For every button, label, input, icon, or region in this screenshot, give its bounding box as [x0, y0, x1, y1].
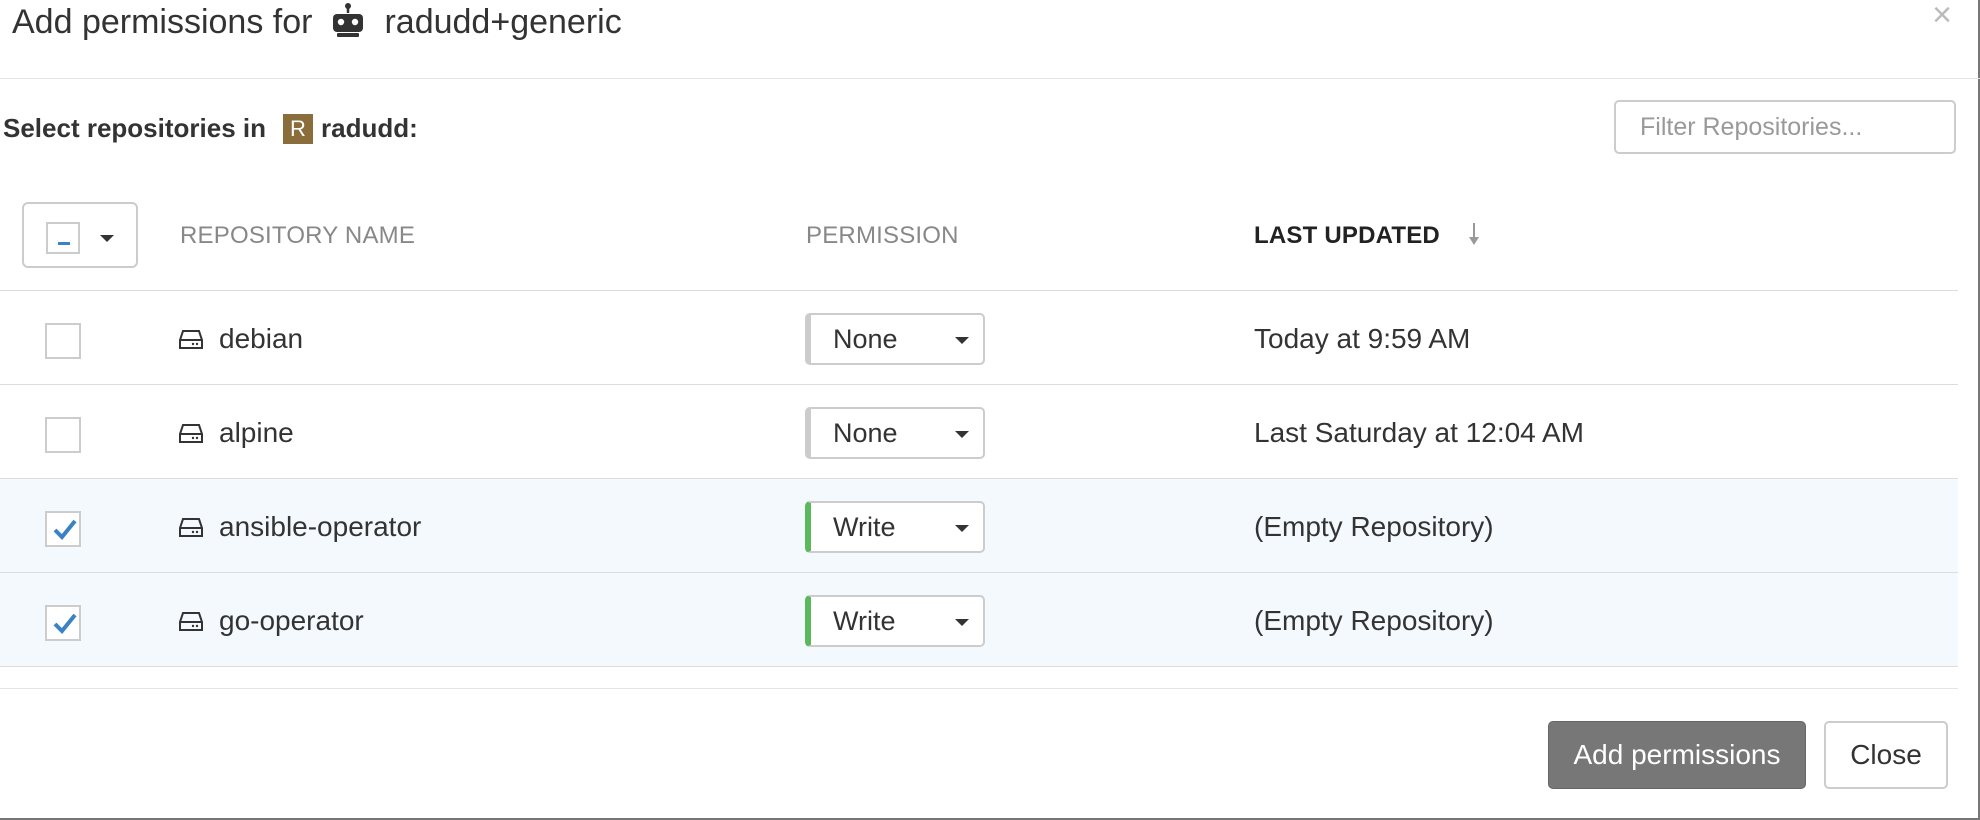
header-last-updated[interactable]: LAST UPDATED	[1254, 222, 1480, 250]
row-checkbox[interactable]	[45, 511, 81, 547]
chevron-down-icon	[955, 619, 969, 626]
repository-name[interactable]: alpine	[219, 417, 294, 449]
bulk-select-checkbox[interactable]	[46, 222, 80, 254]
chevron-down-icon[interactable]	[100, 235, 114, 242]
bulk-select-dropdown[interactable]	[22, 202, 138, 268]
robot-account-name: radudd+generic	[384, 2, 622, 41]
table-row: debian None Today at 9:59 AM	[0, 291, 1958, 385]
repository-name[interactable]: ansible-operator	[219, 511, 421, 543]
permission-value: Write	[833, 606, 896, 636]
checkmark-icon	[53, 519, 77, 540]
permission-dropdown[interactable]: None	[805, 407, 985, 459]
add-permissions-button[interactable]: Add permissions	[1548, 721, 1806, 789]
last-updated: Last Saturday at 12:04 AM	[1254, 417, 1584, 448]
robot-icon	[328, 2, 368, 42]
last-updated: (Empty Repository)	[1254, 605, 1494, 636]
permission-value: None	[833, 418, 898, 448]
close-icon[interactable]: ×	[1932, 0, 1952, 32]
dialog-title-prefix: Add permissions for	[12, 2, 313, 41]
organization-avatar: R	[282, 113, 313, 144]
repository-icon	[179, 330, 203, 349]
table-header: REPOSITORY NAME PERMISSION LAST UPDATED	[0, 200, 1958, 291]
close-button[interactable]: Close	[1824, 721, 1948, 789]
row-checkbox[interactable]	[45, 605, 81, 641]
add-permissions-dialog: Add permissions for radudd+generic × Sel…	[0, 0, 1980, 820]
select-repositories-text: Select repositories in	[3, 113, 266, 143]
permission-value: Write	[833, 512, 896, 542]
organization-name: radudd:	[320, 113, 418, 143]
filter-repositories-input[interactable]	[1614, 100, 1956, 154]
select-repositories-label: Select repositories in R radudd:	[3, 113, 418, 144]
repository-icon	[179, 518, 203, 537]
table-row: ansible-operator Write (Empty Repository…	[0, 479, 1958, 573]
header-last-updated-label: LAST UPDATED	[1254, 222, 1440, 249]
last-updated: Today at 9:59 AM	[1254, 323, 1471, 354]
table-row: alpine None Last Saturday at 12:04 AM	[0, 385, 1958, 479]
table-row: go-operator Write (Empty Repository)	[0, 573, 1958, 667]
permission-dropdown[interactable]: Write	[805, 501, 985, 553]
header-permission[interactable]: PERMISSION	[806, 222, 959, 250]
last-updated: (Empty Repository)	[1254, 511, 1494, 542]
header-repository-name[interactable]: REPOSITORY NAME	[180, 222, 415, 250]
dialog-footer: Add permissions Close	[0, 688, 1958, 819]
dialog-header: Add permissions for radudd+generic ×	[0, 0, 1980, 79]
repository-name[interactable]: debian	[219, 323, 303, 355]
permission-value: None	[833, 324, 898, 354]
row-checkbox[interactable]	[45, 417, 81, 453]
checkmark-icon	[53, 613, 77, 634]
sort-descending-icon	[1468, 223, 1480, 249]
permission-dropdown[interactable]: None	[805, 313, 985, 365]
row-checkbox[interactable]	[45, 323, 81, 359]
chevron-down-icon	[955, 431, 969, 438]
repository-icon	[179, 424, 203, 443]
chevron-down-icon	[955, 337, 969, 344]
permission-dropdown[interactable]: Write	[805, 595, 985, 647]
chevron-down-icon	[955, 525, 969, 532]
repository-icon	[179, 612, 203, 631]
dialog-title: Add permissions for radudd+generic	[12, 2, 622, 42]
repository-name[interactable]: go-operator	[219, 605, 364, 637]
